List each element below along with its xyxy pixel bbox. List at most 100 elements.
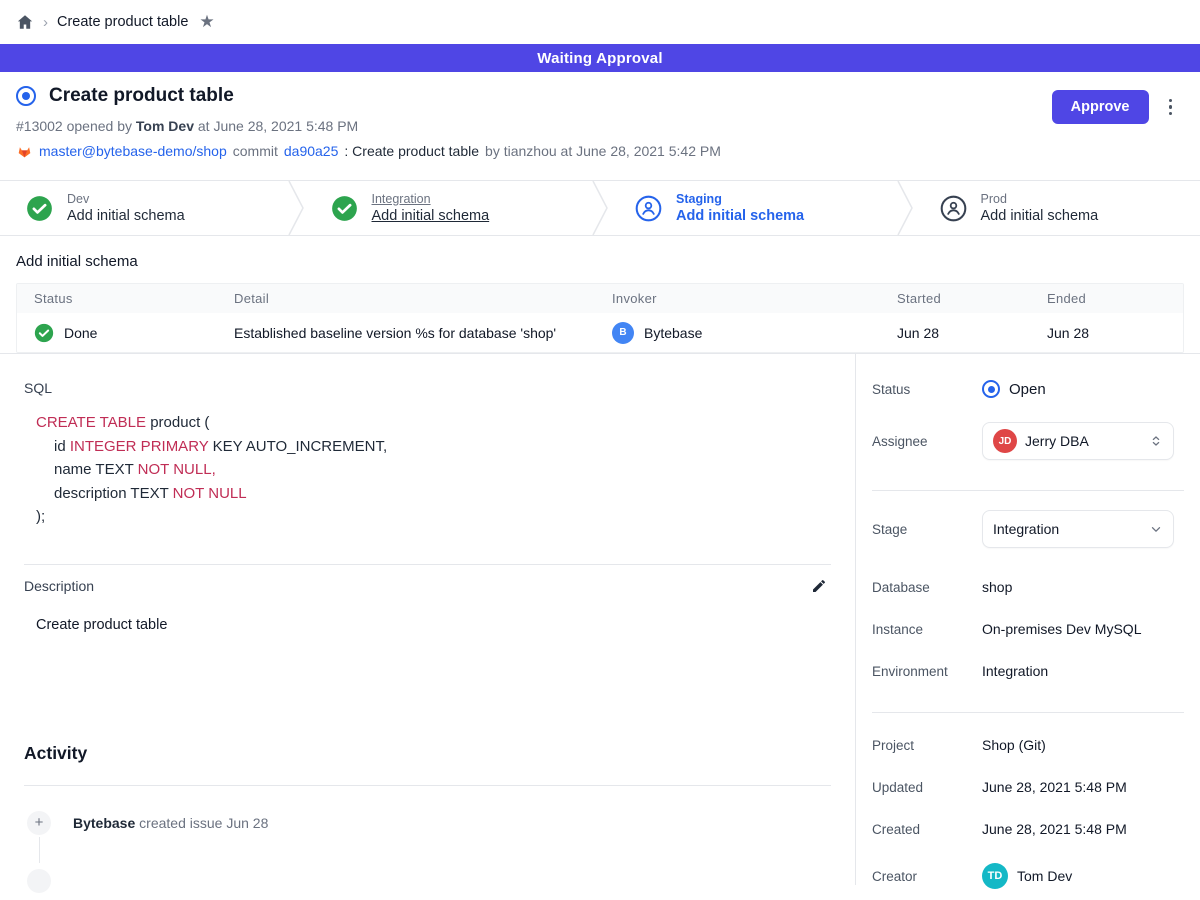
pipeline-stage-dev[interactable]: Dev Add initial schema bbox=[0, 181, 287, 235]
description-label: Description bbox=[24, 578, 94, 594]
commit-hash-link[interactable]: da90a25 bbox=[284, 143, 339, 159]
status-value: Open bbox=[1009, 381, 1046, 398]
instance-value: On-premises Dev MySQL bbox=[982, 621, 1141, 637]
assignee-select[interactable]: JD Jerry DBA bbox=[982, 422, 1174, 460]
sql-text: product ( bbox=[146, 414, 209, 431]
database-value: shop bbox=[982, 579, 1012, 595]
field-label: Environment bbox=[872, 664, 982, 679]
column-header: Detail bbox=[234, 291, 612, 306]
issue-meta: #13002 opened by Tom Dev at June 28, 202… bbox=[16, 118, 1176, 134]
field-label: Project bbox=[872, 738, 982, 753]
field-label: Created bbox=[872, 822, 982, 837]
branch-repo-link[interactable]: master@bytebase-demo/shop bbox=[39, 143, 227, 159]
home-icon[interactable] bbox=[16, 13, 34, 31]
sql-section-label: SQL bbox=[24, 380, 831, 396]
sql-code-block: CREATE TABLE product ( id INTEGER PRIMAR… bbox=[36, 411, 831, 529]
chevron-down-icon bbox=[1149, 522, 1163, 536]
field-label: Creator bbox=[872, 869, 982, 884]
stage-value: Integration bbox=[993, 521, 1059, 537]
created-value: June 28, 2021 5:48 PM bbox=[982, 821, 1127, 837]
assignee-avatar: JD bbox=[993, 429, 1017, 453]
sidebar-field-project: Project Shop (Git) bbox=[872, 737, 1184, 753]
pipeline-stage-staging[interactable]: Staging Add initial schema bbox=[609, 181, 896, 235]
sidebar-field-database: Database shop bbox=[872, 579, 1184, 595]
column-header: Status bbox=[17, 291, 234, 306]
activity-action: created issue Jun 28 bbox=[139, 815, 268, 831]
column-header: Started bbox=[897, 291, 1047, 306]
stage-env-label: Prod bbox=[981, 192, 1099, 206]
sidebar-divider bbox=[872, 712, 1184, 713]
activity-heading: Activity bbox=[24, 743, 831, 764]
stage-task-link[interactable]: Add initial schema bbox=[67, 208, 185, 224]
task-ended: Jun 28 bbox=[1047, 325, 1183, 341]
assignee-value: Jerry DBA bbox=[1025, 433, 1089, 449]
issue-header: Create product table #13002 opened by To… bbox=[0, 72, 1200, 180]
breadcrumb-chevron-icon: › bbox=[43, 15, 48, 30]
kebab-menu-icon[interactable] bbox=[1165, 95, 1177, 120]
issue-open-icon bbox=[16, 86, 36, 106]
field-label: Stage bbox=[872, 522, 982, 537]
sql-text: id bbox=[54, 438, 70, 455]
stage-separator-chevron bbox=[591, 181, 609, 235]
star-icon[interactable]: ★ bbox=[199, 12, 214, 32]
sidebar-field-environment: Environment Integration bbox=[872, 663, 1184, 679]
bytebase-avatar: B bbox=[612, 322, 634, 344]
sql-keyword: CREATE TABLE bbox=[36, 414, 146, 431]
sql-text: description TEXT bbox=[54, 485, 173, 502]
sidebar-field-assignee: Assignee JD Jerry DBA bbox=[872, 422, 1184, 460]
issue-open-icon bbox=[982, 380, 1000, 398]
field-label: Updated bbox=[872, 780, 982, 795]
task-status: Done bbox=[64, 325, 97, 341]
issue-author: Tom Dev bbox=[136, 118, 194, 134]
issue-main-panel: SQL CREATE TABLE product ( id INTEGER PR… bbox=[0, 354, 855, 885]
sql-text: name TEXT bbox=[54, 461, 138, 478]
approve-button[interactable]: Approve bbox=[1052, 90, 1149, 124]
sql-keyword: INTEGER PRIMARY bbox=[70, 438, 209, 455]
sidebar-field-updated: Updated June 28, 2021 5:48 PM bbox=[872, 779, 1184, 795]
activity-entry: + Bytebase created issue Jun 28 bbox=[24, 811, 831, 835]
pipeline-stage-prod[interactable]: Prod Add initial schema bbox=[914, 181, 1200, 235]
environment-value: Integration bbox=[982, 663, 1048, 679]
breadcrumb: › Create product table ★ bbox=[0, 0, 1200, 44]
issue-number-text: #13002 opened by bbox=[16, 118, 132, 134]
field-label: Instance bbox=[872, 622, 982, 637]
commit-info: master@bytebase-demo/shop commit da90a25… bbox=[16, 143, 1176, 159]
person-circle-icon bbox=[940, 195, 967, 222]
task-detail: Established baseline version %s for data… bbox=[234, 325, 612, 341]
field-label: Database bbox=[872, 580, 982, 595]
sql-keyword: NOT NULL, bbox=[138, 461, 216, 478]
task-started: Jun 28 bbox=[897, 325, 1047, 341]
edit-pencil-icon[interactable] bbox=[811, 578, 827, 594]
commit-title: : Create product table bbox=[344, 143, 479, 159]
banner-text: Waiting Approval bbox=[537, 50, 662, 67]
stage-separator-chevron bbox=[896, 181, 914, 235]
gitlab-icon bbox=[16, 143, 33, 159]
sql-text: KEY AUTO_INCREMENT, bbox=[208, 438, 387, 455]
sql-keyword: NOT NULL bbox=[173, 485, 247, 502]
check-circle-icon bbox=[331, 195, 358, 222]
task-row[interactable]: Done Established baseline version %s for… bbox=[17, 313, 1183, 352]
sidebar-field-stage: Stage Integration bbox=[872, 510, 1184, 548]
stage-task-link[interactable]: Add initial schema bbox=[981, 208, 1099, 224]
project-value: Shop (Git) bbox=[982, 737, 1046, 753]
field-label: Assignee bbox=[872, 434, 982, 449]
pipeline-stage-integration[interactable]: Integration Add initial schema bbox=[305, 181, 592, 235]
up-down-chevron-icon bbox=[1149, 434, 1163, 448]
description-header: Description bbox=[24, 564, 831, 594]
column-header: Ended bbox=[1047, 291, 1183, 306]
stage-task-link[interactable]: Add initial schema bbox=[676, 208, 804, 224]
stage-separator-chevron bbox=[287, 181, 305, 235]
stage-env-label: Integration bbox=[372, 192, 490, 206]
stage-task-link[interactable]: Add initial schema bbox=[372, 208, 490, 224]
task-section: Add initial schema Status Detail Invoker… bbox=[0, 253, 1200, 353]
person-circle-icon bbox=[635, 195, 662, 222]
stage-env-label: Dev bbox=[67, 192, 185, 206]
task-table-header: Status Detail Invoker Started Ended bbox=[17, 284, 1183, 313]
timeline-line bbox=[39, 837, 40, 863]
breadcrumb-current: Create product table bbox=[57, 14, 188, 30]
stage-select[interactable]: Integration bbox=[982, 510, 1174, 548]
sidebar-divider bbox=[872, 490, 1184, 491]
commit-byline: by tianzhou at June 28, 2021 5:42 PM bbox=[485, 143, 721, 159]
updated-value: June 28, 2021 5:48 PM bbox=[982, 779, 1127, 795]
sql-text: ); bbox=[36, 508, 45, 525]
